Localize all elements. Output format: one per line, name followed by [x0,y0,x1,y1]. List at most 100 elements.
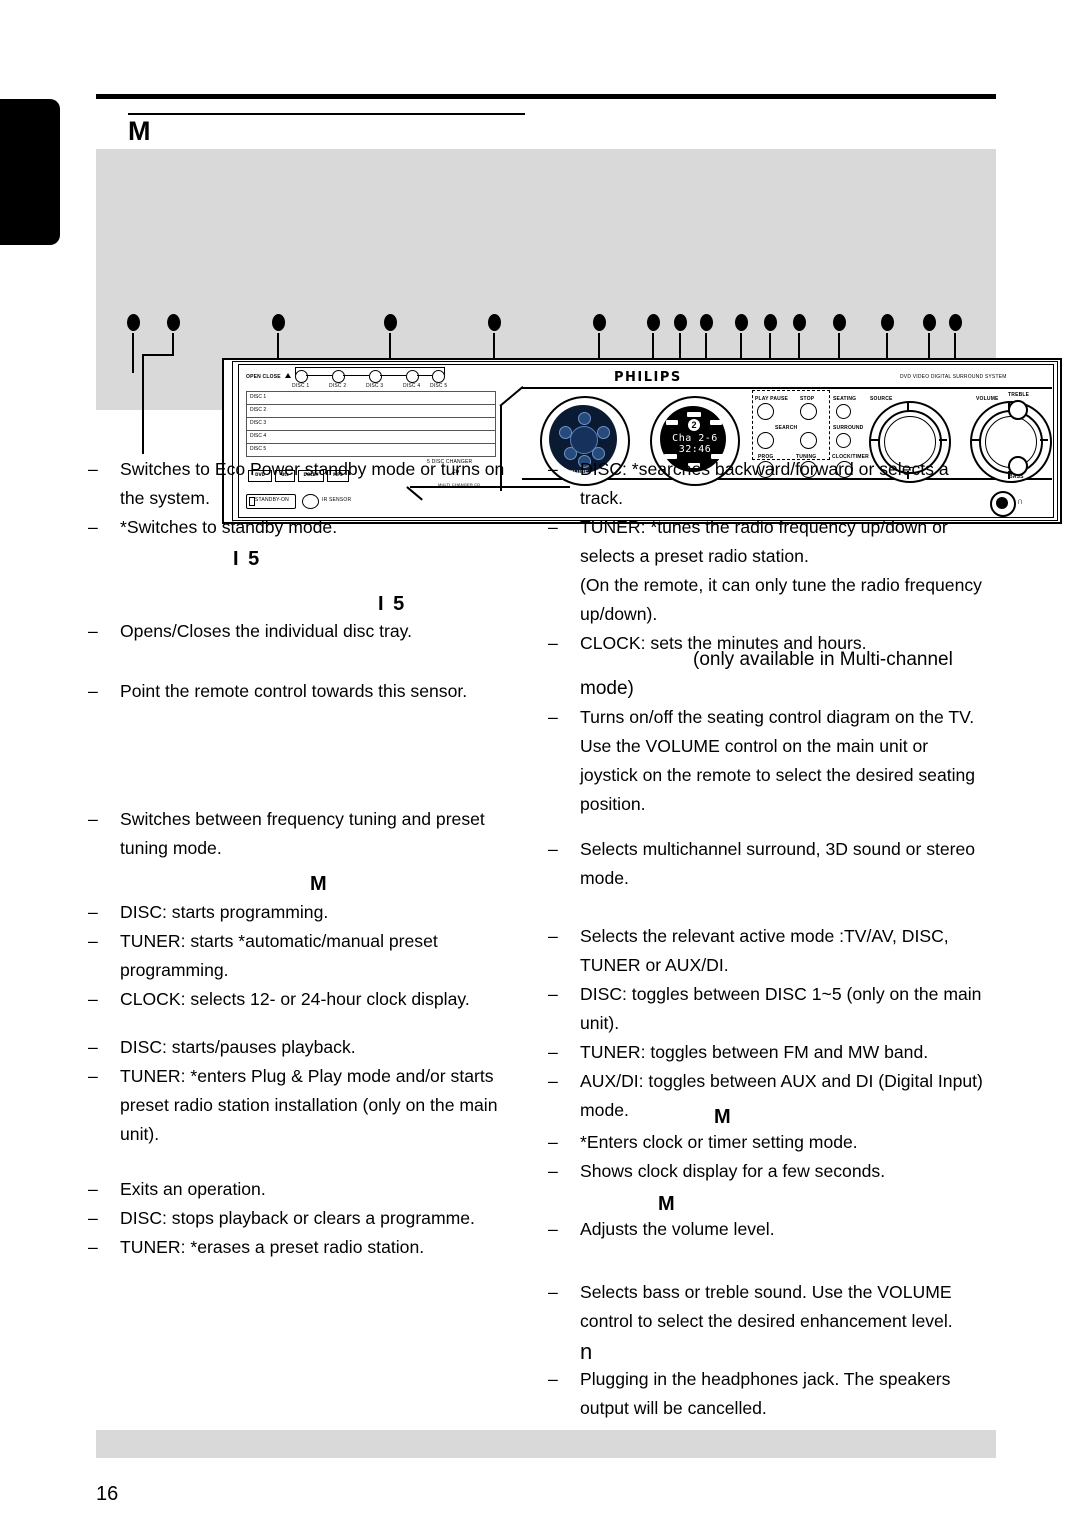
bass-knob[interactable] [1008,456,1028,476]
tray-label: DISC 1 [250,394,267,400]
callout-dot [881,314,894,331]
subheading: n [580,1339,593,1364]
search-forward-button[interactable] [800,432,817,449]
list-dash: – [88,809,98,829]
disc-button-1[interactable] [295,370,308,383]
text-block: – Point the remote control towards this s… [88,677,524,706]
callout-dot [127,314,140,331]
page-edge-tab [0,99,60,245]
disc-button-label-1: DISC 1 [292,383,310,389]
list-item: *Enters clock or timer setting mode. [580,1132,858,1152]
list-dash: – [88,621,98,641]
callout-dot [949,314,962,331]
leader-line [142,354,144,454]
surround-system-legend: DVD VIDEO DIGITAL SURROUND SYSTEM [900,374,1007,380]
list-item: DISC: starts/pauses playback. [120,1037,356,1057]
subheading: (only available in Multi-channel mode) [580,649,953,699]
seating-button[interactable] [836,404,851,419]
disc-tray-4[interactable]: DISC 4 [246,430,496,444]
disc-tray-1[interactable]: DISC 1 [246,391,496,405]
disc-button-2[interactable] [332,370,345,383]
text-block: – Switches to Eco Power standby mode or t… [88,455,524,542]
display-line-1: Cha 2-6 [672,433,718,444]
list-dash: – [88,1037,98,1057]
disc-button-3[interactable] [369,370,382,383]
display-line-2: 32:46 [678,444,712,455]
disc-button-label-4: DISC 4 [403,383,421,389]
list-item: CLOCK: selects 12- or 24-hour clock disp… [120,989,470,1009]
play-pause-button[interactable] [757,403,774,420]
text-block: – Selects bass or treble sound. Use the V… [548,1278,984,1336]
section-letter: M [128,116,152,146]
seating-label: SEATING [833,396,857,402]
callout-dot [167,314,180,331]
list-item: Switches to Eco Power standby mode or tu… [120,459,505,508]
list-item: TUNER: *erases a preset radio station. [120,1237,425,1257]
list-dash: – [548,633,558,653]
text-block: – Switches between frequency tuning and p… [88,805,524,863]
subheading: I 5 [233,548,262,570]
text-block: – DISC: starts programming. – TUNER: start… [88,898,524,1014]
list-dash: – [548,1132,558,1152]
callout-dot [593,314,606,331]
callout-dot [735,314,748,331]
list-dash: – [88,902,98,922]
text-block: – Plugging in the headphones jack. The sp… [548,1365,984,1423]
display-indicator [710,420,722,425]
list-item: TUNER: toggles between FM and MW band. [580,1042,929,1062]
nav-right-button[interactable] [597,426,610,439]
callout-dot [923,314,936,331]
nav-up-button[interactable] [578,412,591,425]
disc-tray-2[interactable]: DISC 2 [246,404,496,418]
nav-center-hub[interactable] [570,426,598,454]
volume-label: VOLUME [976,396,999,402]
text-block: – Selects multichannel surround, 3D sound… [548,835,984,893]
text-block: – Adjusts the volume level. [548,1215,984,1244]
surround-button[interactable] [836,433,851,448]
display-indicator [666,420,678,425]
list-item: DISC: *searches backward/forward or sele… [580,459,949,508]
list-item: TUNER: *enters Plug & Play mode and/or s… [120,1066,498,1144]
list-item: Shows clock display for a few seconds. [580,1161,886,1181]
treble-knob[interactable] [1008,400,1028,420]
display-disc-badge: 2 [688,419,700,431]
headphone-jack[interactable] [990,491,1016,517]
list-dash [548,571,580,629]
search-backward-button[interactable] [757,432,774,449]
stop-button[interactable] [800,403,817,420]
source-label: SOURCE [870,396,893,402]
list-item: Selects multichannel surround, 3D sound … [580,839,976,888]
list-dash: – [548,1042,558,1062]
tray-label: DISC 2 [250,407,267,413]
list-item: Exits an operation. [120,1179,266,1199]
list-item: *Switches to standby mode. [120,517,338,537]
leader-line [142,354,174,356]
disc-button-label-3: DISC 3 [366,383,384,389]
subheading: M [310,873,329,895]
list-dash: – [548,1219,558,1239]
play-pause-label: PLAY PAUSE [755,396,789,402]
list-dash: – [88,1066,98,1086]
callout-dot [384,314,397,331]
bass-label: BASS [1009,474,1024,480]
list-dash: – [548,926,558,946]
list-dash: – [548,1161,558,1181]
text-block: – *Enters clock or timer setting mode. – S… [548,1128,984,1186]
list-item: Switches between frequency tuning and pr… [120,809,485,858]
list-dash: – [548,707,558,727]
brand-logo: PHILIPS [614,370,682,385]
list-dash: – [548,517,558,537]
leader-line [172,333,174,355]
disc-tray-3[interactable]: DISC 3 [246,417,496,431]
list-item: Point the remote control towards this se… [120,681,468,701]
disc-button-5[interactable] [432,370,445,383]
callout-dot [272,314,285,331]
disc-button-4[interactable] [406,370,419,383]
section-rule [128,113,525,115]
list-dash: – [88,989,98,1009]
list-item: TUNER: starts *automatic/manual preset p… [120,931,438,980]
list-item: DISC: stops playback or clears a program… [120,1208,475,1228]
text-block: – Selects the relevant active mode :TV/AV… [548,922,984,1125]
list-dash: – [548,1282,558,1302]
list-item: Selects the relevant active mode :TV/AV,… [580,926,949,975]
